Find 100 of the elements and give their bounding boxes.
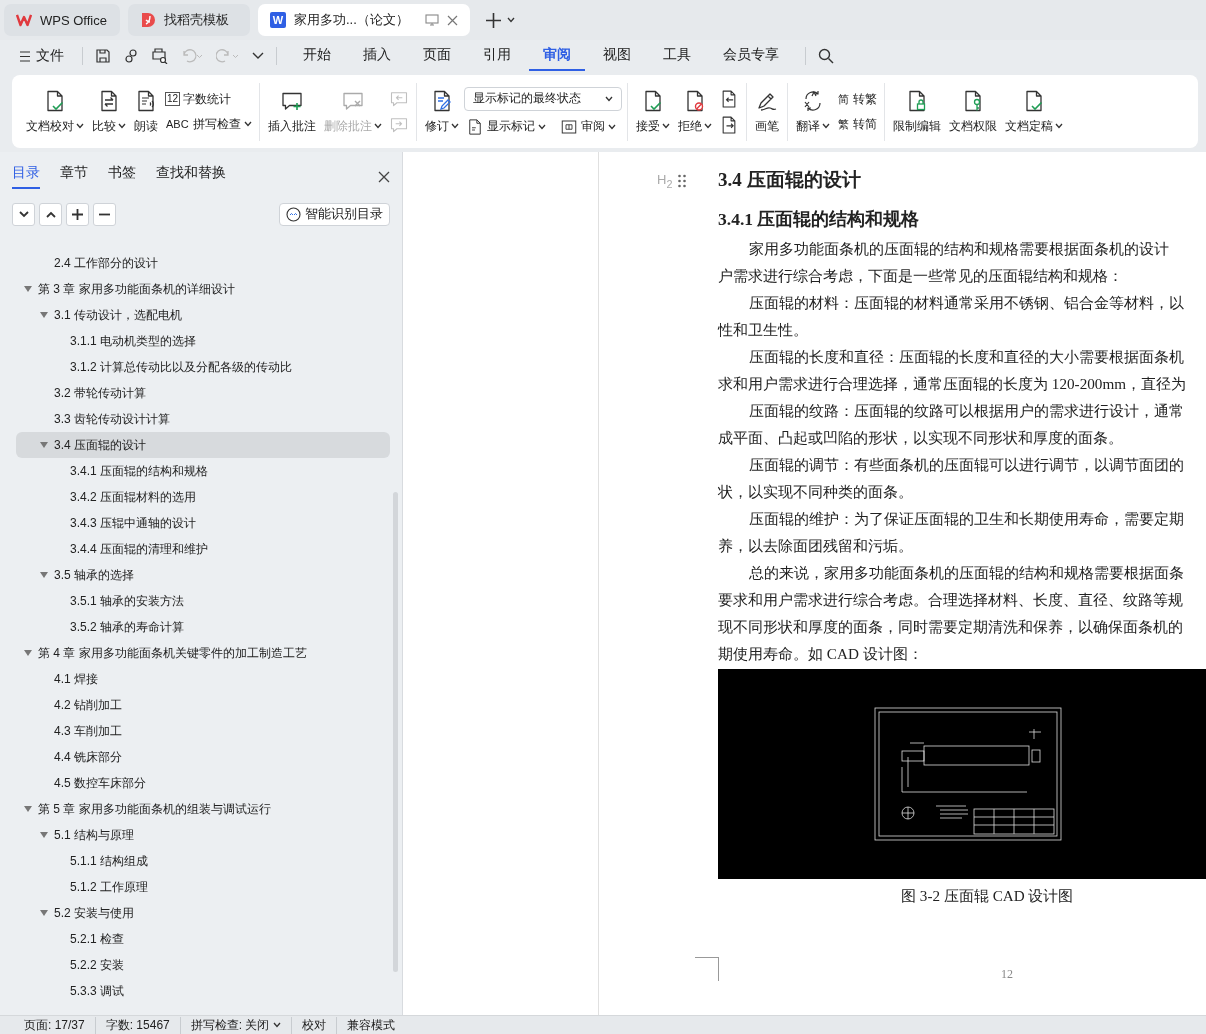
more-icon[interactable]: [252, 52, 264, 60]
paragraph-line: 成平面、凸起或凹陷的形状，以实现不同形状和厚度的面条。: [718, 428, 1124, 448]
ribbon-button[interactable]: 审阅: [557, 116, 618, 137]
markup-dropdown[interactable]: 显示标记的最终状态: [463, 86, 622, 111]
toc-item[interactable]: 3.1 传动设计，选配电机: [16, 302, 390, 328]
menu-tab[interactable]: 工具: [649, 41, 705, 71]
toc-item[interactable]: 3.1.2 计算总传动比以及分配各级的传动比: [16, 354, 390, 380]
toc-item[interactable]: 3.4.4 压面辊的清理和维护: [16, 536, 390, 562]
toc-item[interactable]: 4.2 钻削加工: [16, 692, 390, 718]
toc-item[interactable]: 3.2 带轮传动计算: [16, 380, 390, 406]
ribbon-button[interactable]: 翻译: [792, 86, 833, 137]
toc-item[interactable]: 5.3.3 调试: [16, 978, 390, 1004]
collapse-up-button[interactable]: [39, 203, 62, 226]
paragraph-line: 压面辊的材料：压面辊的材料通常采用不锈钢、铝合金等材料，以: [748, 293, 1185, 313]
file-menu[interactable]: 文件: [14, 47, 70, 65]
toc-item[interactable]: 5.2.2 安装: [16, 952, 390, 978]
toc-item[interactable]: 2.4 工作部分的设计: [16, 250, 390, 276]
toc-item[interactable]: 5.1.1 结构组成: [16, 848, 390, 874]
ribbon-button[interactable]: 接受: [632, 86, 673, 137]
scrollbar[interactable]: [393, 492, 398, 972]
menu-tab[interactable]: 会员专享: [709, 41, 793, 71]
toc-item[interactable]: 第 5 章 家用多功能面条机的组装与调试运行: [16, 796, 390, 822]
window-tab[interactable]: WPS Office: [4, 4, 120, 36]
toc-item[interactable]: 3.4.1 压面辊的结构和规格: [16, 458, 390, 484]
toc-item[interactable]: 3.3 齿轮传动设计计算: [16, 406, 390, 432]
chevron-up-icon: [45, 211, 56, 218]
panel-tab[interactable]: 查找和替换: [156, 164, 226, 189]
monitor-icon[interactable]: [424, 14, 439, 26]
panel-tab[interactable]: 目录: [12, 164, 40, 189]
toc-item[interactable]: 4.1 焊接: [16, 666, 390, 692]
add-button[interactable]: [66, 203, 89, 226]
toc-item[interactable]: 4.5 数控车床部分: [16, 770, 390, 796]
ribbon-button[interactable]: 插入批注: [264, 86, 319, 137]
toc-item[interactable]: 5.2 安装与使用: [16, 900, 390, 926]
ribbon-button[interactable]: 简 转繁: [834, 89, 879, 109]
link-icon[interactable]: [123, 48, 139, 64]
toc-item[interactable]: 3.1.1 电动机类型的选择: [16, 328, 390, 354]
toc-item[interactable]: 3.5.2 轴承的寿命计算: [16, 614, 390, 640]
menu-tab[interactable]: 审阅: [529, 41, 585, 71]
toc-item[interactable]: 3.5 轴承的选择: [16, 562, 390, 588]
status-text: 兼容模式: [346, 1016, 397, 1034]
paragraph-line: 压面辊的维护：为了保证压面辊的卫生和长期使用寿命，需要定期: [748, 509, 1185, 529]
ribbon-button[interactable]: 文档校对: [23, 86, 87, 137]
toc-item[interactable]: 5.1.2 工作原理: [16, 874, 390, 900]
panel-tab[interactable]: 书签: [108, 164, 136, 189]
ribbon-button[interactable]: 文档权限: [945, 86, 1000, 137]
figure-caption: 图 3-2 压面辊 CAD 设计图: [901, 886, 1075, 906]
panel-tab[interactable]: 章节: [60, 164, 88, 189]
close-icon[interactable]: [446, 14, 458, 26]
ribbon-button[interactable]: 朗读: [131, 86, 161, 137]
window-tab[interactable]: W 家用多功...（论文）: [258, 4, 470, 36]
paragraph-line: 压面辊的调节：有些面条机的压面辊可以进行调节，以调节面团的: [748, 455, 1185, 475]
paragraph-line: 求和用户需求进行合理选择，通常压面辊的长度为 120-200mm，直径为: [718, 374, 1188, 394]
ribbon-button[interactable]: 画笔: [751, 86, 782, 137]
caret-icon: [243, 121, 252, 127]
toc-item[interactable]: 5.1 结构与原理: [16, 822, 390, 848]
toc-item[interactable]: 第 3 章 家用多功能面条机的详细设计: [16, 276, 390, 302]
search-icon[interactable]: [818, 48, 834, 64]
ribbon-button[interactable]: ABC 拼写检查: [163, 114, 254, 134]
menu-tab[interactable]: 页面: [409, 41, 465, 71]
chevron-down-icon: [18, 211, 29, 218]
window-tab[interactable]: 找稻壳模板: [128, 4, 250, 36]
save-icon[interactable]: [95, 48, 111, 64]
caret-icon: [76, 123, 84, 129]
toc-item[interactable]: 4.3 车削加工: [16, 718, 390, 744]
paragraph-line: 状，以实现不同种类的面条。: [718, 482, 914, 502]
drag-handle-icon[interactable]: [678, 173, 687, 188]
menu-tab[interactable]: 引用: [469, 41, 525, 71]
ribbon-button[interactable]: 比较: [89, 86, 129, 137]
smart-toc-button[interactable]: 智能识别目录: [279, 203, 390, 226]
paragraph-line: 压面辊的长度和直径：压面辊的长度和直径的大小需要根据面条机: [748, 347, 1185, 367]
ribbon-button[interactable]: 12 字数统计: [163, 89, 234, 109]
add-tab-icon[interactable]: [485, 12, 501, 28]
caret-icon: [661, 123, 670, 129]
ribbon-button[interactable]: 限制编辑: [889, 86, 944, 137]
menu-tab[interactable]: 插入: [349, 41, 405, 71]
toc-item[interactable]: 5.2.1 检查: [16, 926, 390, 952]
toc-item[interactable]: 3.5.1 轴承的安装方法: [16, 588, 390, 614]
ribbon-button[interactable]: 拒绝: [674, 86, 715, 137]
caret-icon: [373, 123, 382, 129]
spell-check-menu[interactable]: 拼写检查: 关闭: [180, 1016, 293, 1034]
caret-icon: [703, 123, 712, 129]
toc-item[interactable]: 3.4.2 压面辊材料的选用: [16, 484, 390, 510]
wps-logo-icon: [16, 13, 32, 27]
expand-down-button[interactable]: [12, 203, 35, 226]
print-preview-icon[interactable]: [151, 48, 168, 64]
toc-item[interactable]: 3.4.3 压辊中通轴的设计: [16, 510, 390, 536]
tab-title: WPS Office: [40, 12, 107, 28]
ribbon-button[interactable]: 显示标记: [463, 116, 548, 137]
menu-tab[interactable]: 视图: [589, 41, 645, 71]
toc-item[interactable]: 4.4 铣床部分: [16, 744, 390, 770]
menu-tab[interactable]: 开始: [289, 41, 345, 71]
close-icon[interactable]: [378, 170, 390, 183]
toc-item[interactable]: 第 4 章 家用多功能面条机关键零件的加工制造工艺: [16, 640, 390, 666]
toc-item[interactable]: 3.4 压面辊的设计: [16, 432, 390, 458]
ribbon-button[interactable]: 文档定稿: [1001, 86, 1066, 137]
ribbon-button[interactable]: 修订: [421, 86, 462, 137]
ribbon-button[interactable]: 繁 转简: [834, 114, 879, 134]
tab-title: 找稻壳模板: [164, 11, 229, 29]
proofread-button[interactable]: 校对: [292, 1016, 338, 1034]
